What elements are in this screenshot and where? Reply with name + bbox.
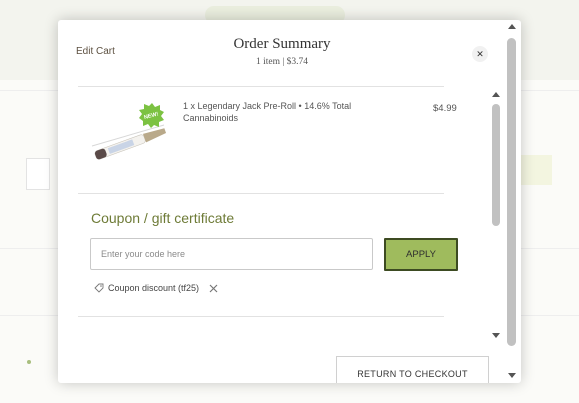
cart-item-name: 1 x Legendary Jack Pre-Roll • 14.6% Tota… <box>183 101 352 123</box>
return-to-checkout-button[interactable]: RETURN TO CHECKOUT <box>336 356 489 383</box>
apply-coupon-button[interactable]: APPLY <box>384 238 458 271</box>
coupon-section-title: Coupon / gift certificate <box>91 210 235 226</box>
applied-coupon-tag: Coupon discount (tf25) <box>94 283 218 293</box>
scroll-down-arrow-icon[interactable] <box>492 333 500 338</box>
remove-coupon-icon[interactable] <box>209 284 218 293</box>
modal-scroll-area[interactable]: NEW! 1 x Legendary Jack Pre-Roll • 14.6%… <box>58 86 506 368</box>
scroll-thumb[interactable] <box>492 104 500 226</box>
item-divider <box>78 193 444 194</box>
order-summary-modal: Edit Cart Order Summary 1 item | $3.74 ✕… <box>58 20 521 383</box>
scroll-up-arrow-icon[interactable] <box>492 92 500 97</box>
outer-scrollbar[interactable] <box>506 24 518 378</box>
pre-roll-product-image: NEW! <box>91 103 167 160</box>
order-item-count-total: 1 item | $3.74 <box>255 57 309 67</box>
scroll-down-arrow-icon[interactable] <box>508 373 516 378</box>
applied-coupon-label: Coupon discount (tf25) <box>108 283 200 293</box>
tag-icon <box>94 283 104 293</box>
close-icon: ✕ <box>476 49 484 59</box>
cart-item-price: $4.99 <box>433 103 457 114</box>
close-button[interactable]: ✕ <box>472 46 488 62</box>
coupon-divider <box>78 316 444 317</box>
modal-title: Order Summary <box>233 36 331 52</box>
coupon-code-input[interactable] <box>90 238 373 270</box>
inner-scrollbar[interactable] <box>491 92 501 338</box>
scroll-up-arrow-icon[interactable] <box>508 24 516 29</box>
scroll-thumb[interactable] <box>507 38 516 346</box>
top-divider <box>78 86 444 87</box>
